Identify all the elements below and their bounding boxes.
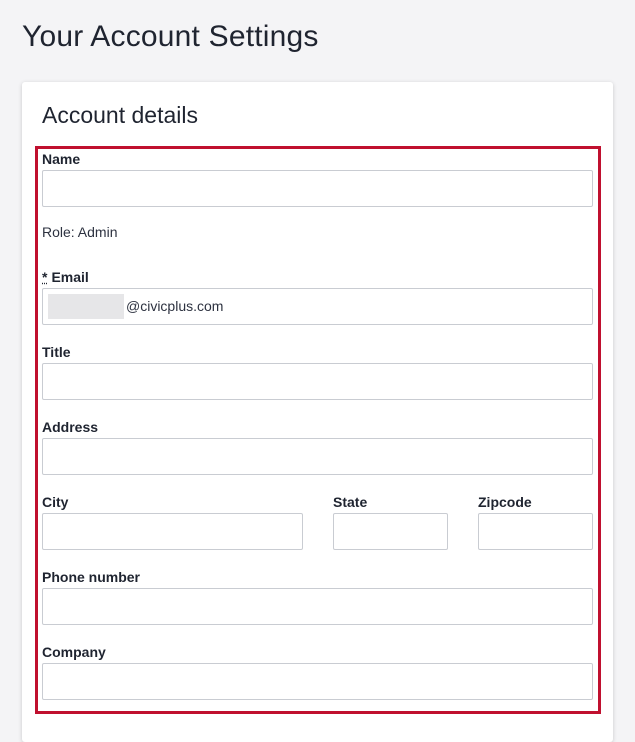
- phone-input[interactable]: [42, 588, 593, 625]
- email-domain-value: @civicplus.com: [126, 298, 224, 314]
- page-title: Your Account Settings: [22, 20, 319, 53]
- address-input[interactable]: [42, 438, 593, 475]
- city-input[interactable]: [42, 513, 303, 550]
- required-marker: *: [42, 269, 48, 285]
- name-input[interactable]: [42, 170, 593, 207]
- email-input[interactable]: @civicplus.com: [42, 288, 593, 325]
- state-input[interactable]: [333, 513, 448, 550]
- name-label: Name: [42, 151, 81, 167]
- company-input[interactable]: [42, 663, 593, 700]
- title-label: Title: [42, 344, 71, 360]
- form-highlight-box: Name Role: Admin * Email @civicplus.com T…: [35, 146, 601, 714]
- zipcode-input[interactable]: [478, 513, 593, 550]
- email-label: * Email: [42, 269, 89, 285]
- role-text: Role: Admin: [42, 224, 118, 240]
- title-input[interactable]: [42, 363, 593, 400]
- city-label: City: [42, 494, 69, 510]
- account-details-card: Account details Name Role: Admin * Email …: [22, 82, 613, 742]
- card-title: Account details: [42, 102, 198, 128]
- phone-label: Phone number: [42, 569, 141, 585]
- redacted-email-user: [48, 294, 124, 319]
- zipcode-label: Zipcode: [478, 494, 532, 510]
- state-label: State: [333, 494, 368, 510]
- address-label: Address: [42, 419, 99, 435]
- company-label: Company: [42, 644, 106, 660]
- email-label-text: Email: [51, 269, 89, 285]
